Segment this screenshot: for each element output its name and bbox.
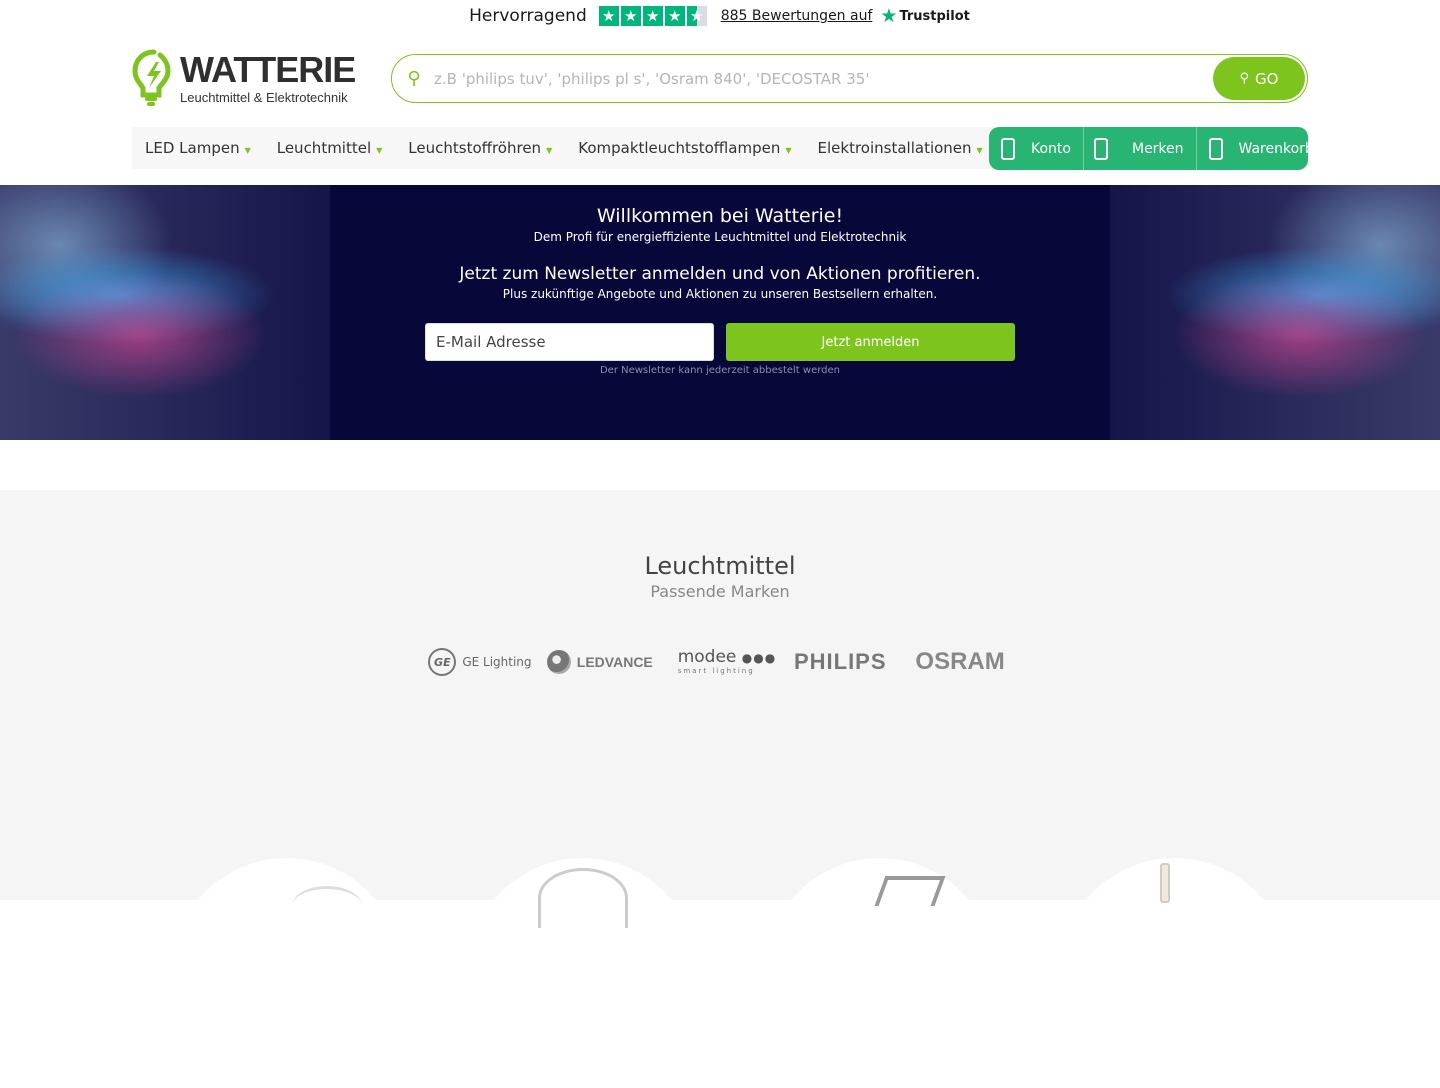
product-image-globe-lamp[interactable]	[468, 858, 698, 1088]
newsletter-note: Der Newsletter kann jederzeit abbestelt …	[599, 365, 841, 376]
nav-item-elektroinstallationen[interactable]: Elektroinstallationen ▼	[805, 127, 996, 169]
brand-osram[interactable]: OSRAM	[900, 646, 1020, 678]
search-button-icon: ⚲	[1239, 71, 1250, 86]
brand-ledvance[interactable]: LEDVANCE	[540, 646, 660, 678]
nav-item-leuchtstoffroehren[interactable]: Leuchtstoffröhren ▼	[395, 127, 565, 169]
trustpilot-stars: ★ ★ ★ ★ ★	[598, 6, 707, 26]
logo-subtitle: Leuchtmittel & Elektrotechnik	[180, 89, 348, 105]
trustpilot-logo[interactable]: ★ Trustpilot	[880, 5, 969, 27]
logo-name: WATTERIE	[180, 48, 356, 90]
ledvance-logo-icon	[546, 650, 571, 674]
brand-name: GE Lighting	[462, 655, 532, 669]
newsletter-subtitle: Plus zukünftige Angebote und Aktionen zu…	[502, 287, 938, 301]
user-icon	[1001, 137, 1015, 160]
brand-name: modee ●●●	[677, 647, 777, 667]
chevron-down-icon: ▼	[244, 145, 251, 155]
cart-icon	[1208, 137, 1223, 160]
product-image-halogen-reflector[interactable]	[765, 858, 995, 1088]
search-input[interactable]	[434, 69, 1307, 88]
hero-subtitle: Dem Profi für energieffiziente Leuchtmit…	[533, 230, 907, 244]
star-icon: ★	[620, 6, 641, 26]
brands-subtitle: Passende Marken	[650, 582, 790, 601]
main-nav: LED Lampen ▼ Leuchtmittel ▼ Leuchtstoffr…	[132, 127, 996, 169]
bookmark-icon	[1093, 137, 1108, 160]
nav-item-led-lampen[interactable]: LED Lampen ▼	[132, 127, 264, 169]
trustpilot-star-icon: ★	[880, 5, 898, 27]
newsletter-hero: Willkommen bei Watterie! Dem Profi für e…	[0, 185, 1440, 440]
half-star-icon: ★	[686, 6, 707, 26]
trustpilot-reviews-link[interactable]: 885 Bewertungen auf	[721, 8, 873, 24]
search-icon: ⚲	[407, 68, 421, 89]
trustpilot-brand: Trustpilot	[899, 8, 970, 24]
star-icon: ★	[664, 6, 685, 26]
star-icon: ★	[598, 6, 619, 26]
hero-title: Willkommen bei Watterie!	[596, 205, 844, 227]
nav-item-label: Kompaktleuchtstofflampen	[578, 139, 781, 157]
chevron-down-icon: ▼	[376, 145, 383, 155]
konto-label: Konto	[1031, 140, 1071, 157]
brand-tagline: smart lighting	[677, 667, 755, 675]
product-image-halogen-capsule[interactable]	[1060, 858, 1290, 1088]
account-bar: Konto Merken Warenkorb	[989, 127, 1314, 170]
trustpilot-rating-label: Hervorragend	[469, 6, 587, 26]
nav-item-kompaktleuchtstofflampen[interactable]: Kompaktleuchtstofflampen ▼	[565, 127, 804, 169]
brand-name: LEDVANCE	[576, 654, 653, 670]
chevron-down-icon: ▼	[546, 145, 553, 155]
konto-button[interactable]: Konto	[989, 127, 1084, 170]
brand-ge-lighting[interactable]: GE GE Lighting	[420, 646, 540, 678]
search-bar: ⚲ ⚲ GO	[391, 54, 1308, 103]
ge-logo-icon: GE	[428, 648, 457, 676]
nav-item-label: LED Lampen	[145, 139, 240, 157]
nav-item-label: Leuchtstoffröhren	[408, 139, 542, 157]
site-logo[interactable]: WATTERIE Leuchtmittel & Elektrotechnik	[132, 48, 362, 108]
newsletter-submit-button[interactable]: Jetzt anmelden	[726, 323, 1015, 361]
nav-item-leuchtmittel[interactable]: Leuchtmittel ▼	[264, 127, 396, 169]
warenkorb-button[interactable]: Warenkorb	[1197, 127, 1326, 170]
warenkorb-label: Warenkorb	[1238, 140, 1314, 157]
trustpilot-bar: Hervorragend ★ ★ ★ ★ ★ 885 Bewertungen a…	[0, 0, 1440, 32]
brand-logos: GE GE Lighting LEDVANCE modee ●●● smart …	[420, 646, 1020, 678]
brands-section: Leuchtmittel Passende Marken GE GE Light…	[0, 490, 1440, 1088]
brands-title: Leuchtmittel	[644, 552, 796, 580]
chevron-down-icon: ▼	[785, 145, 792, 155]
nav-item-label: Elektroinstallationen	[817, 139, 972, 157]
brand-philips[interactable]: PHILIPS	[780, 646, 900, 678]
star-icon: ★	[642, 6, 663, 26]
nav-item-label: Leuchtmittel	[276, 139, 372, 157]
merken-button[interactable]: Merken	[1084, 127, 1197, 170]
brand-modee[interactable]: modee ●●● smart lighting	[660, 646, 781, 678]
lightbulb-icon	[132, 49, 171, 106]
search-go-label: GO	[1255, 69, 1279, 88]
merken-label: Merken	[1131, 140, 1184, 157]
chevron-down-icon: ▼	[976, 145, 983, 155]
newsletter-title: Jetzt zum Newsletter anmelden und von Ak…	[459, 264, 981, 284]
newsletter-email-input[interactable]	[425, 323, 714, 361]
search-go-button[interactable]: ⚲ GO	[1213, 57, 1305, 100]
product-image-led-bulb[interactable]	[172, 858, 402, 1088]
